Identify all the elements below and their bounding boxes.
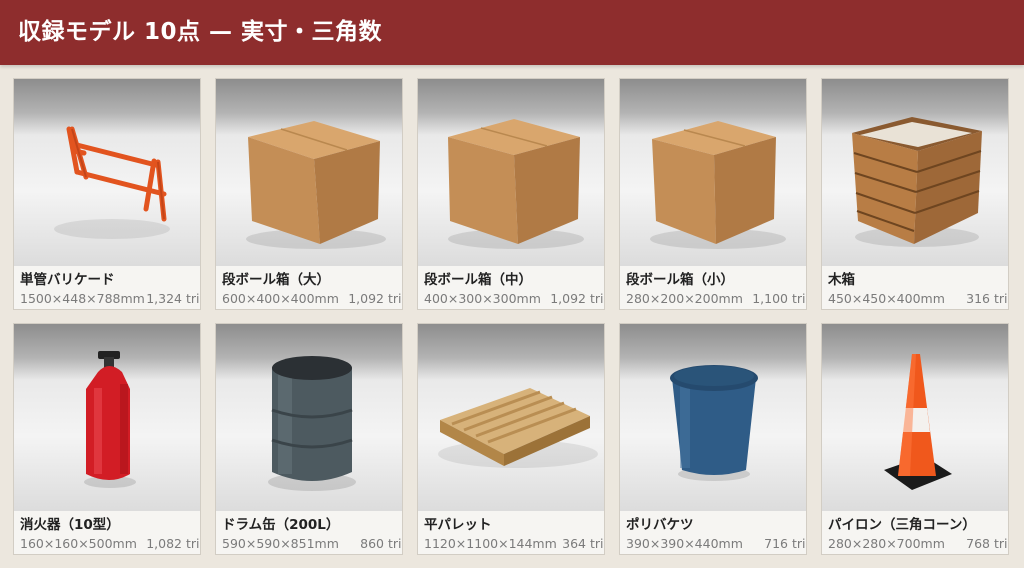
barricade-icon	[54, 126, 170, 239]
model-dimensions: 1500×448×788mm	[20, 291, 145, 306]
model-tri-count: 768 tris	[966, 536, 1008, 551]
model-thumbnail	[620, 324, 806, 511]
model-thumbnail	[418, 324, 604, 511]
model-thumbnail	[620, 79, 806, 266]
model-name: ポリバケツ	[626, 517, 694, 533]
model-tri-count: 860 tris	[360, 536, 402, 551]
model-dimensions: 400×300×300mm	[424, 291, 541, 306]
model-dimensions: 160×160×500mm	[20, 536, 137, 551]
model-dimensions: 590×590×851mm	[222, 536, 339, 551]
model-card-cardboard-small[interactable]: 段ボール箱（小） 280×200×200mm 1,100 tris	[619, 78, 807, 310]
model-name: ドラム缶（200L）	[222, 517, 340, 533]
fire-extinguisher-icon	[84, 351, 136, 488]
model-name: 消火器（10型）	[20, 517, 120, 533]
model-dimensions: 390×390×440mm	[626, 536, 743, 551]
model-thumbnail	[14, 324, 200, 511]
model-name: 段ボール箱（中）	[424, 272, 532, 288]
model-dimensions: 450×450×400mm	[828, 291, 945, 306]
pallet-icon	[438, 388, 598, 468]
model-card-cardboard-medium[interactable]: 段ボール箱（中） 400×300×300mm 1,092 tris	[417, 78, 605, 310]
model-name: パイロン（三角コーン）	[828, 517, 976, 533]
model-thumbnail	[418, 79, 604, 266]
model-dimensions: 1120×1100×144mm	[424, 536, 557, 551]
wooden-crate-icon	[852, 117, 982, 247]
drum-can-icon	[268, 356, 356, 491]
model-card-traffic-cone[interactable]: パイロン（三角コーン） 280×280×700mm 768 tris	[821, 323, 1009, 555]
model-name: 段ボール箱（大）	[222, 272, 330, 288]
poly-bucket-icon	[670, 365, 758, 481]
model-tri-count: 716 tris	[764, 536, 806, 551]
model-thumbnail	[822, 79, 1008, 266]
cardboard-box-icon	[246, 121, 386, 249]
model-dimensions: 280×280×700mm	[828, 536, 945, 551]
model-dimensions: 280×200×200mm	[626, 291, 743, 306]
model-name: 平パレット	[424, 517, 492, 533]
model-card-cardboard-large[interactable]: 段ボール箱（大） 600×400×400mm 1,092 tris	[215, 78, 403, 310]
model-tri-count: 1,100 tris	[752, 291, 807, 306]
model-tri-count: 1,324 tris	[146, 291, 201, 306]
model-thumbnail	[216, 324, 402, 511]
model-card-drum-can[interactable]: ドラム缶（200L） 590×590×851mm 860 tris	[215, 323, 403, 555]
model-card-wooden-crate[interactable]: 木箱 450×450×400mm 316 tris	[821, 78, 1009, 310]
traffic-cone-icon	[884, 354, 952, 490]
model-tri-count: 1,092 tris	[550, 291, 605, 306]
cardboard-box-icon	[448, 119, 584, 249]
model-thumbnail	[822, 324, 1008, 511]
model-card-fire-extinguisher[interactable]: 消火器（10型） 160×160×500mm 1,082 tris	[13, 323, 201, 555]
model-dimensions: 600×400×400mm	[222, 291, 339, 306]
cardboard-box-icon	[650, 121, 786, 249]
model-thumbnail	[14, 79, 200, 266]
model-tri-count: 316 tris	[966, 291, 1008, 306]
model-tri-count: 1,082 tris	[146, 536, 201, 551]
model-name: 段ボール箱（小）	[626, 272, 734, 288]
model-thumbnail	[216, 79, 402, 266]
model-tri-count: 364 tris	[562, 536, 604, 551]
header-bar: 収録モデル 10点 — 実寸・三角数	[0, 0, 1024, 65]
model-name: 単管バリケード	[20, 272, 115, 288]
model-tri-count: 1,092 tris	[348, 291, 403, 306]
model-card-barricade[interactable]: 単管バリケード 1500×448×788mm 1,324 tris	[13, 78, 201, 310]
model-card-pallet[interactable]: 平パレット 1120×1100×144mm 364 tris	[417, 323, 605, 555]
page-title: 収録モデル 10点 — 実寸・三角数	[18, 19, 383, 45]
model-card-poly-bucket[interactable]: ポリバケツ 390×390×440mm 716 tris	[619, 323, 807, 555]
model-name: 木箱	[828, 272, 855, 288]
